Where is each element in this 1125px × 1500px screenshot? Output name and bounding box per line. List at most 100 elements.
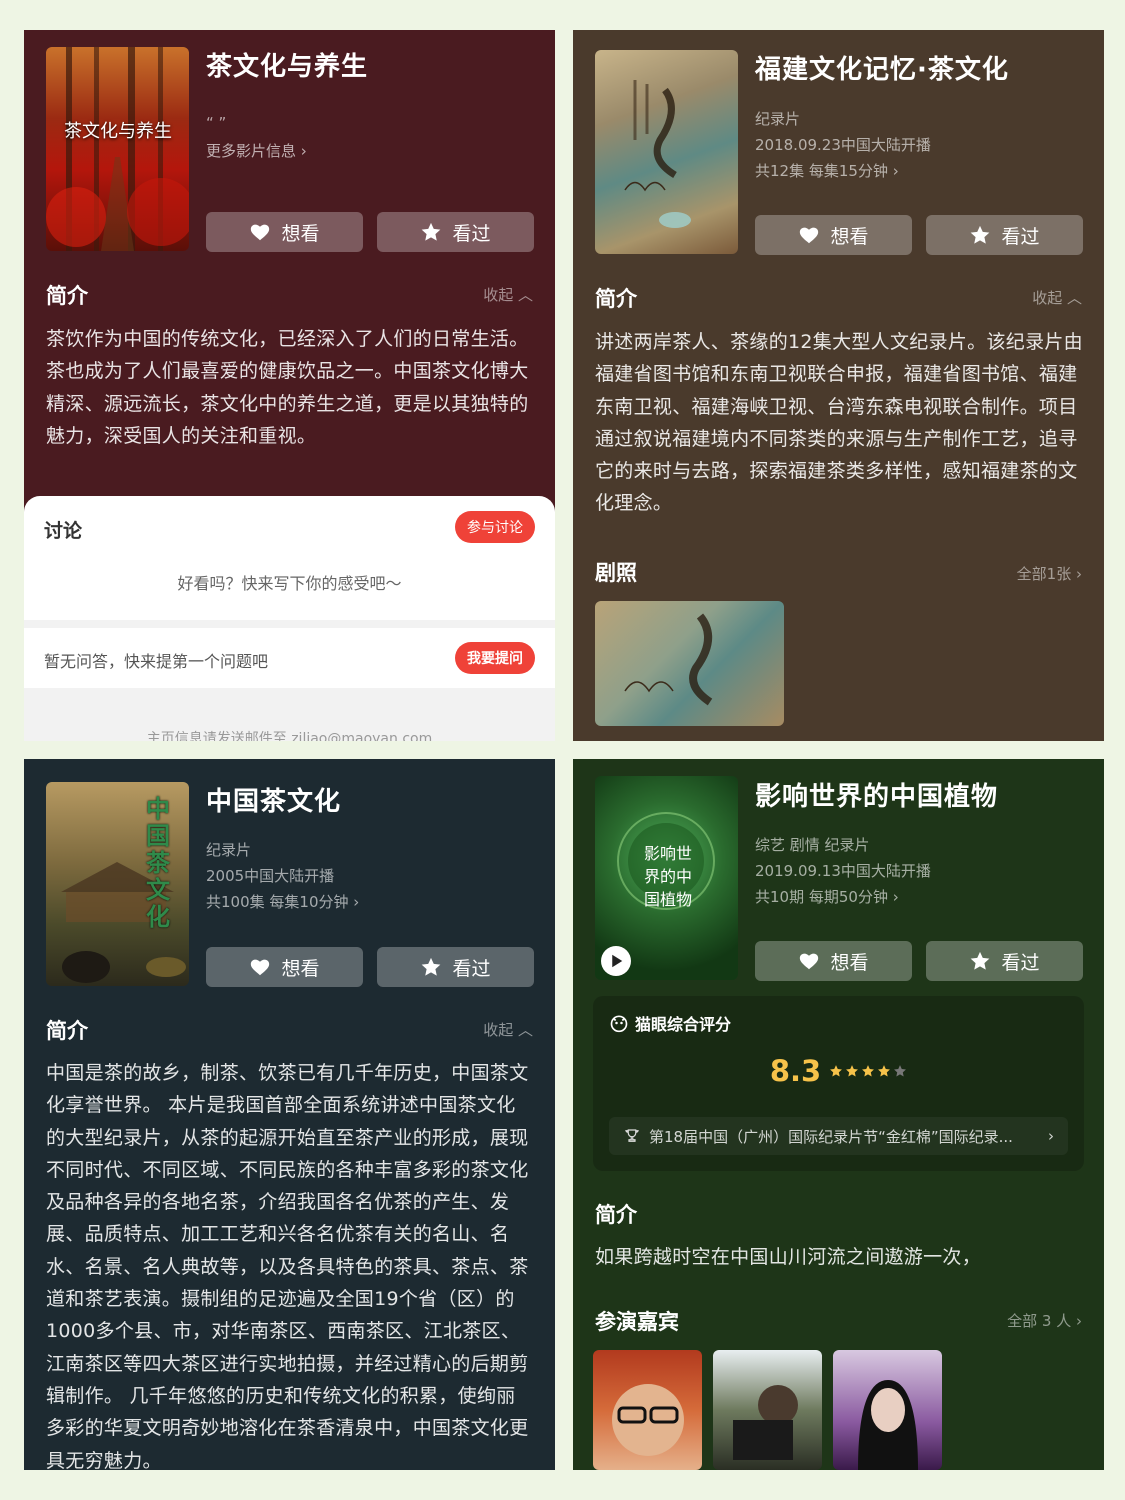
movie-card-tea-health: 茶文化与养生 茶文化与养生 “ ” 更多影片信息 › 想看 看过 简介 收起 ︿… [24, 30, 555, 741]
play-icon [612, 954, 623, 968]
seen-label: 看过 [1001, 951, 1040, 974]
cast-avatar[interactable] [713, 1350, 822, 1470]
seen-label: 看过 [452, 222, 491, 245]
cast-portrait-art [612, 1384, 684, 1456]
chevron-right-icon: › [892, 888, 899, 906]
seen-label: 看过 [452, 957, 491, 980]
want-label: 想看 [830, 225, 869, 248]
poster-image[interactable]: 中国茶文化 [46, 782, 189, 986]
chevron-right-icon: › [300, 142, 307, 160]
page-title: 中国茶文化 [206, 787, 342, 817]
star-filled-icon [846, 1065, 859, 1077]
chevron-right-icon: › [353, 893, 360, 911]
poster-title: 茶文化与养生 [64, 121, 172, 142]
collapse-toggle[interactable]: 收起 ︿ [483, 1019, 533, 1040]
star-empty-icon [894, 1065, 907, 1077]
stills-heading: 剧照 [595, 561, 637, 585]
rating-header: 猫眼综合评分 [609, 1011, 731, 1035]
collapse-toggle[interactable]: 收起 ︿ [483, 284, 533, 305]
heart-icon [800, 227, 819, 244]
release-date: 2019.09.13中国大陆开播 [755, 862, 931, 880]
episodes-link[interactable]: 共12集 每集15分钟 › [755, 158, 899, 184]
poster-image[interactable] [595, 50, 738, 254]
genre-text: 纪录片 [206, 841, 252, 859]
footer-area: 主页信息请发送邮件至 ziliao@maoyan.com [24, 688, 555, 741]
seen-button[interactable]: 看过 [377, 947, 534, 987]
chevron-up-icon: ︿ [517, 286, 533, 304]
stills-all-link[interactable]: 全部1张 › [1017, 563, 1082, 584]
chevron-up-icon: ︿ [1066, 289, 1082, 307]
quote-marks: “ ” [206, 114, 227, 132]
page-title: 福建文化记忆·茶文化 [755, 55, 1009, 85]
cast-all-link[interactable]: 全部 3 人 › [1007, 1310, 1082, 1331]
collapse-label: 收起 [483, 1021, 514, 1039]
heart-icon [800, 953, 819, 970]
star-filled-icon [862, 1065, 875, 1077]
more-info-label: 更多影片信息 [206, 142, 297, 160]
intro-text: 茶饮作为中国的传统文化，已经深入了人们的日常生活。茶也成为了人们最喜爱的健康饮品… [46, 328, 529, 447]
collapse-toggle[interactable]: 收起 ︿ [1032, 287, 1082, 308]
chevron-right-icon: › [1076, 565, 1082, 583]
rating-score-row: 8.3 [593, 1054, 1084, 1088]
still-photo[interactable] [595, 601, 784, 726]
play-button[interactable] [601, 946, 631, 976]
seen-button[interactable]: 看过 [926, 215, 1083, 255]
intro-heading: 简介 [595, 287, 637, 311]
cast-portrait-art [858, 1380, 918, 1470]
want-button[interactable]: 想看 [755, 941, 912, 981]
cast-avatar[interactable] [833, 1350, 942, 1470]
episodes-label: 共10期 每期50分钟 [755, 888, 888, 906]
want-button[interactable]: 想看 [755, 215, 912, 255]
seen-button[interactable]: 看过 [377, 212, 534, 252]
intro-heading: 简介 [46, 1019, 88, 1043]
ask-question-button[interactable]: 我要提问 [455, 642, 535, 674]
star-filled-icon [878, 1065, 891, 1077]
release-date: 2005中国大陆开播 [206, 867, 335, 885]
stills-all-label: 全部1张 [1016, 565, 1072, 583]
intro-text: 中国是茶的故乡，制茶、饮茶已有几千年历史，中国茶文化享誉世界。 本片是我国首部全… [46, 1062, 529, 1470]
collapse-label: 收起 [1032, 289, 1063, 307]
chevron-up-icon: ︿ [517, 1021, 533, 1039]
cast-avatar[interactable] [593, 1350, 702, 1470]
discussion-prompt[interactable]: 好看吗？快来写下你的感受吧～ [24, 570, 555, 594]
qa-empty-text: 暂无问答，快来提第一个问题吧 [44, 652, 269, 671]
episodes-link[interactable]: 共100集 每集10分钟 › [206, 889, 359, 915]
release-date: 2018.09.23中国大陆开播 [755, 136, 931, 154]
discussion-section: 讨论 参与讨论 好看吗？快来写下你的感受吧～ [24, 496, 555, 620]
cast-heading: 参演嘉宾 [595, 1310, 679, 1334]
seen-button[interactable]: 看过 [926, 941, 1083, 981]
more-info-link[interactable]: 更多影片信息 › [206, 138, 307, 164]
poster-calligraphy-art [624, 80, 691, 228]
want-label: 想看 [281, 957, 320, 980]
poster-image[interactable]: 影响世界的中国植物 [595, 776, 738, 980]
heart-icon [251, 224, 270, 241]
star-icon [422, 957, 441, 976]
still-calligraphy-art [624, 613, 713, 706]
genre-text: 综艺 剧情 纪录片 [755, 836, 870, 854]
want-button[interactable]: 想看 [206, 212, 363, 252]
movie-card-china-plants: 影响世界的中国植物 影响世界的中国植物 综艺 剧情 纪录片 2019.09.13… [573, 759, 1104, 1470]
qa-section: 暂无问答，快来提第一个问题吧 我要提问 [24, 628, 555, 688]
cat-logo-icon [610, 1015, 628, 1033]
want-button[interactable]: 想看 [206, 947, 363, 987]
star-icon [422, 222, 441, 241]
poster-title: 影响世界的中国植物 [643, 844, 692, 909]
award-row[interactable]: 第18届中国（广州）国际纪录片节“金红棉”国际纪录... › [609, 1117, 1068, 1155]
episodes-link[interactable]: 共10期 每期50分钟 › [755, 884, 899, 910]
movie-card-fujian-tea: 福建文化记忆·茶文化 纪录片 2018.09.23中国大陆开播 共12集 每集1… [573, 30, 1104, 741]
want-label: 想看 [830, 951, 869, 974]
rating-card[interactable]: 猫眼综合评分 8.3 第18届中国（广州）国际纪录片节“金红棉”国际纪录... … [593, 996, 1084, 1171]
poster-forest-art [46, 47, 189, 251]
genre-text: 纪录片 [755, 110, 801, 128]
footer-text: 主页信息请发送邮件至 ziliao@maoyan.com [146, 731, 433, 741]
poster-image[interactable]: 茶文化与养生 [46, 47, 189, 251]
star-icon [971, 225, 990, 244]
episodes-label: 共12集 每集15分钟 [755, 162, 888, 180]
star-filled-icon [830, 1065, 843, 1077]
chevron-right-icon: › [892, 162, 899, 180]
episodes-label: 共100集 每集10分钟 [206, 893, 349, 911]
chevron-right-icon: › [1048, 1127, 1054, 1145]
poster-title: 中国茶文化 [146, 795, 170, 931]
intro-text: 讲述两岸茶人、茶缘的12集大型人文纪录片。该纪录片由福建省图书馆和东南卫视联合申… [595, 331, 1083, 515]
join-discussion-button[interactable]: 参与讨论 [455, 511, 535, 543]
